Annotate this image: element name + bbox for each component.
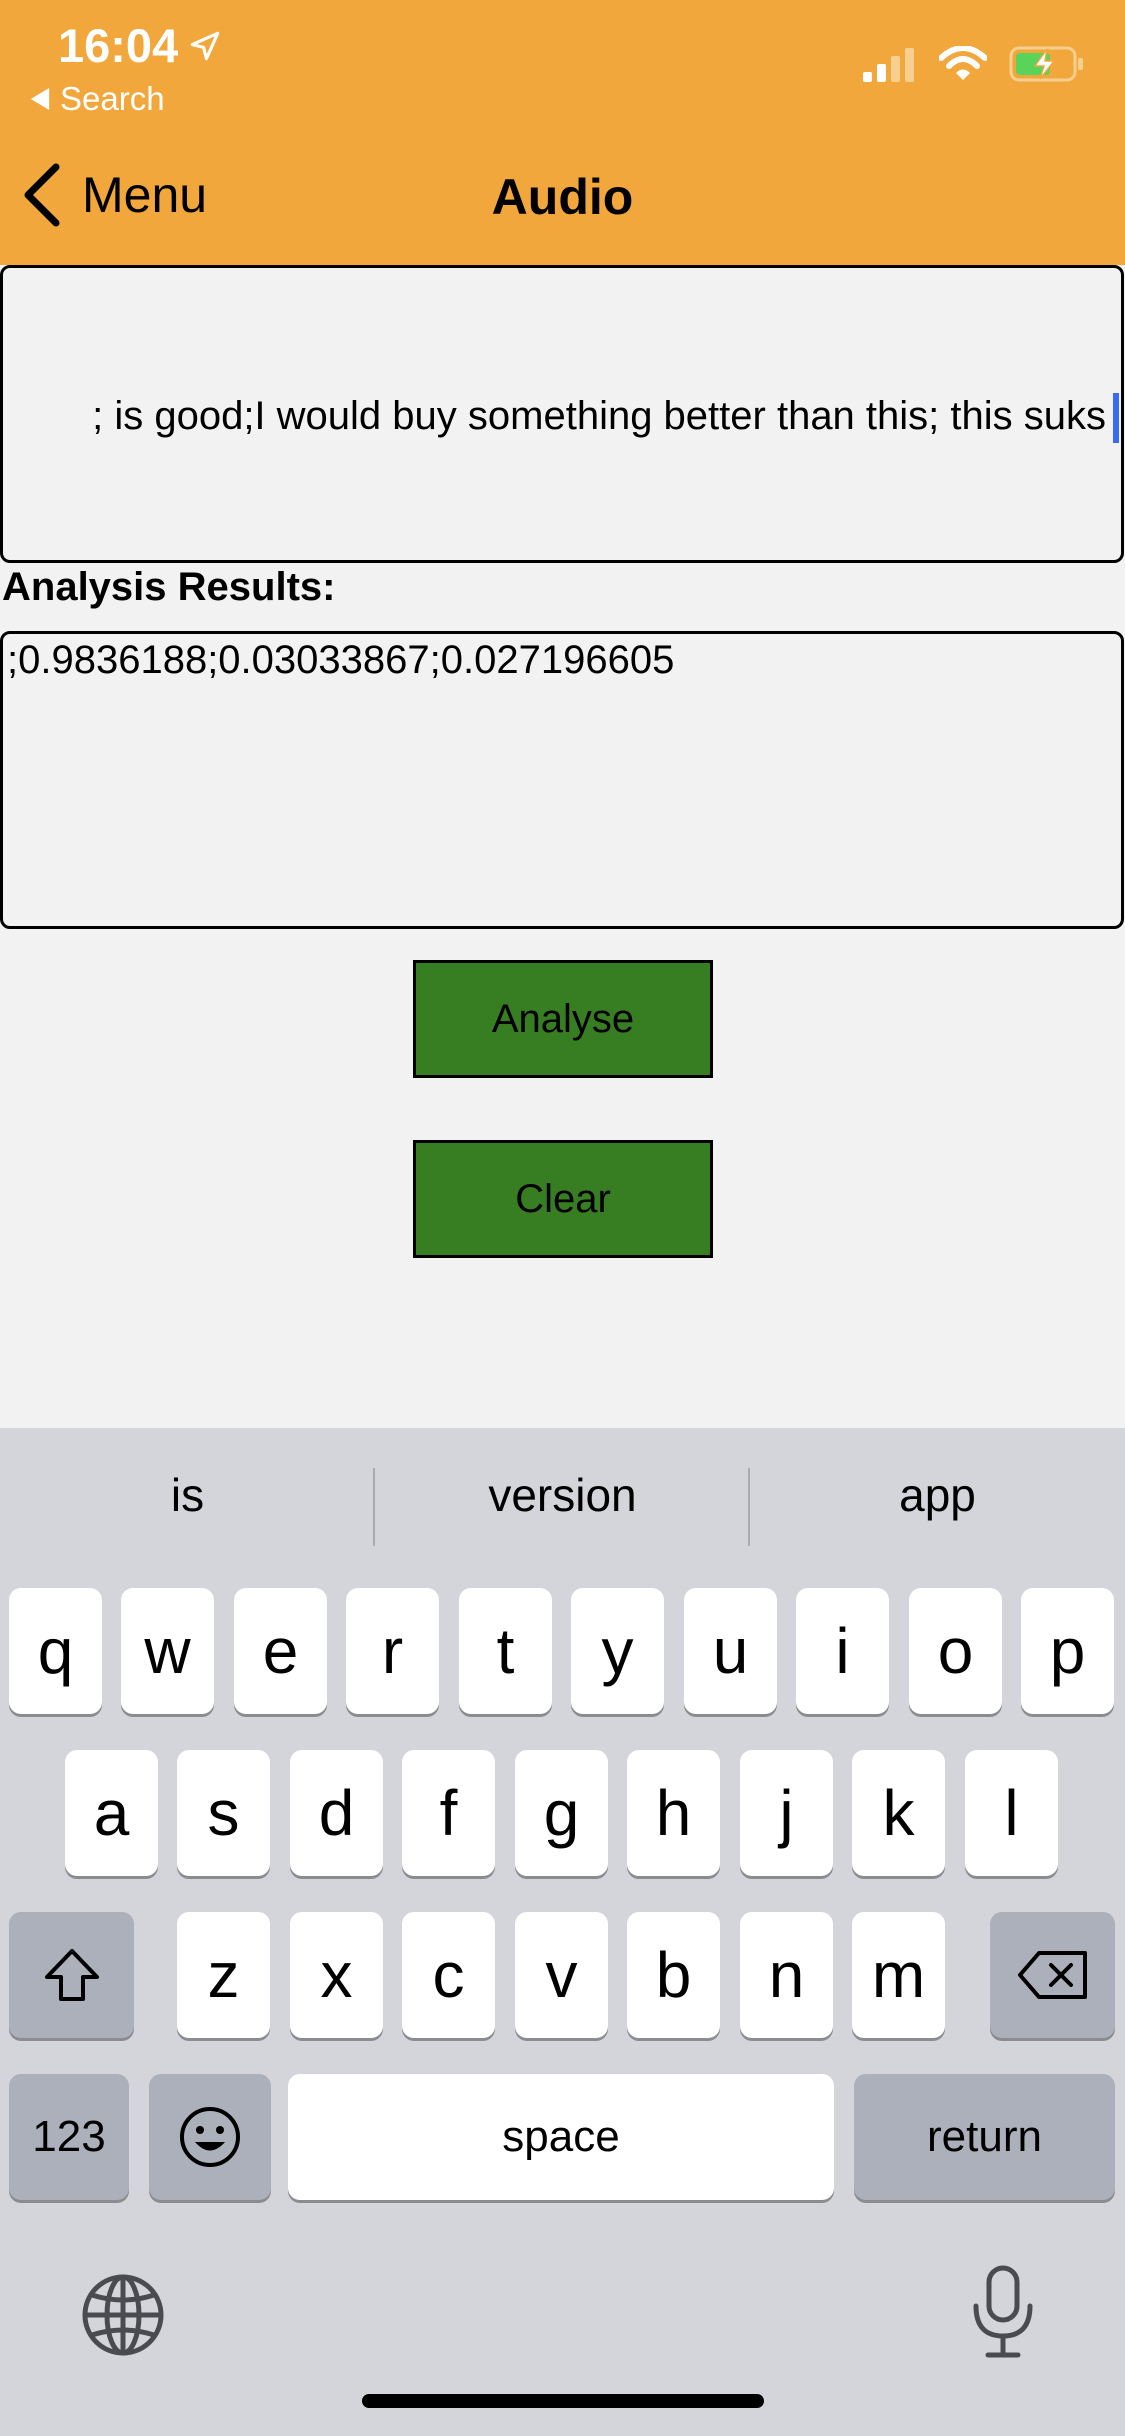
key-z[interactable]: z bbox=[177, 1912, 270, 2038]
key-s[interactable]: s bbox=[177, 1750, 270, 1876]
globe-key[interactable] bbox=[80, 2272, 166, 2363]
key-c[interactable]: c bbox=[402, 1912, 495, 2038]
location-arrow-icon bbox=[190, 31, 220, 60]
emoji-key[interactable] bbox=[149, 2074, 271, 2200]
results-field[interactable]: ;0.9836188;0.03033867;0.027196605 bbox=[0, 631, 1124, 929]
status-time-group: 16:04 bbox=[58, 18, 222, 73]
status-back-to-search[interactable]: Search bbox=[30, 80, 165, 118]
status-time: 16:04 bbox=[58, 19, 179, 72]
key-g[interactable]: g bbox=[515, 1750, 608, 1876]
analyse-button[interactable]: Analyse bbox=[413, 960, 713, 1078]
key-u[interactable]: u bbox=[684, 1588, 777, 1714]
delete-key[interactable] bbox=[990, 1912, 1115, 2038]
key-i[interactable]: i bbox=[796, 1588, 889, 1714]
key-v[interactable]: v bbox=[515, 1912, 608, 2038]
keyboard: is version app q w e r t y u i o p a s d… bbox=[0, 1428, 1125, 2436]
back-triangle-icon bbox=[30, 88, 50, 110]
key-k[interactable]: k bbox=[852, 1750, 945, 1876]
header: 16:04 Search Menu Audio bbox=[0, 0, 1125, 265]
cellular-signal-icon bbox=[863, 48, 914, 82]
key-r[interactable]: r bbox=[346, 1588, 439, 1714]
suggestion-2[interactable]: version bbox=[375, 1468, 750, 1522]
return-key[interactable]: return bbox=[854, 2074, 1115, 2200]
audio-screen: 16:04 Search Menu Audio ; is good;I woul… bbox=[0, 0, 1125, 2436]
key-x[interactable]: x bbox=[290, 1912, 383, 2038]
key-t[interactable]: t bbox=[459, 1588, 552, 1714]
home-indicator[interactable] bbox=[362, 2394, 764, 2408]
results-value: ;0.9836188;0.03033867;0.027196605 bbox=[7, 638, 675, 682]
key-q[interactable]: q bbox=[9, 1588, 102, 1714]
suggestion-3[interactable]: app bbox=[750, 1468, 1125, 1522]
dictation-key[interactable] bbox=[970, 2264, 1036, 2365]
key-n[interactable]: n bbox=[740, 1912, 833, 2038]
text-input[interactable]: ; is good;I would buy something better t… bbox=[0, 265, 1124, 563]
results-label: Analysis Results: bbox=[2, 565, 336, 609]
suggestion-1[interactable]: is bbox=[0, 1468, 375, 1522]
emoji-icon bbox=[180, 2107, 240, 2167]
key-j[interactable]: j bbox=[740, 1750, 833, 1876]
status-icons bbox=[861, 45, 1085, 83]
status-back-label: Search bbox=[60, 80, 165, 117]
globe-icon bbox=[82, 2274, 164, 2356]
key-p[interactable]: p bbox=[1021, 1588, 1114, 1714]
clear-button[interactable]: Clear bbox=[413, 1140, 713, 1258]
page-title: Audio bbox=[491, 169, 634, 225]
space-key[interactable]: space bbox=[288, 2074, 834, 2200]
microphone-icon bbox=[973, 2265, 1033, 2358]
key-e[interactable]: e bbox=[234, 1588, 327, 1714]
battery-charging-icon bbox=[1009, 46, 1083, 82]
key-w[interactable]: w bbox=[121, 1588, 214, 1714]
predictive-bar: is version app bbox=[0, 1428, 1125, 1583]
numbers-key[interactable]: 123 bbox=[9, 2074, 129, 2200]
key-f[interactable]: f bbox=[402, 1750, 495, 1876]
key-m[interactable]: m bbox=[852, 1912, 945, 2038]
shift-key[interactable] bbox=[9, 1912, 134, 2038]
key-h[interactable]: h bbox=[627, 1750, 720, 1876]
key-a[interactable]: a bbox=[65, 1750, 158, 1876]
key-y[interactable]: y bbox=[571, 1588, 664, 1714]
shift-icon bbox=[44, 1949, 99, 2001]
text-cursor bbox=[1113, 393, 1119, 443]
key-o[interactable]: o bbox=[909, 1588, 1002, 1714]
key-l[interactable]: l bbox=[965, 1750, 1058, 1876]
backspace-icon bbox=[1017, 1951, 1087, 1999]
wifi-icon bbox=[939, 46, 987, 80]
key-b[interactable]: b bbox=[627, 1912, 720, 2038]
text-input-value: ; is good;I would buy something better t… bbox=[92, 394, 1106, 438]
key-d[interactable]: d bbox=[290, 1750, 383, 1876]
